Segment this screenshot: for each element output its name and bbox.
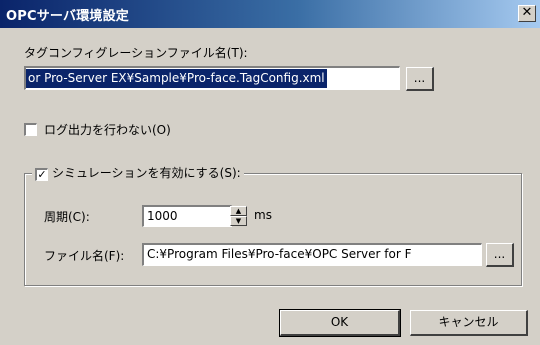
sim-file-browse-button[interactable]: ... <box>486 243 514 267</box>
period-spinner[interactable]: ▲ ▼ <box>230 206 247 226</box>
close-icon: ✕ <box>521 5 533 20</box>
period-value: 1000 <box>147 209 178 223</box>
tag-config-label: タグコンフィグレーションファイル名(T): <box>24 46 248 60</box>
simulation-group-header: ✓ シミュレーションを有効にする(S): <box>32 164 244 181</box>
title-bar: OPCサーバ環境設定 ✕ <box>0 0 540 28</box>
simulation-checkbox[interactable]: ✓ <box>35 168 48 181</box>
spin-up-icon[interactable]: ▲ <box>230 206 247 216</box>
tag-config-browse-button[interactable]: ... <box>406 67 434 91</box>
sim-file-path-value: C:¥Program Files¥Pro-face¥OPC Server for… <box>147 247 412 261</box>
no-log-label[interactable]: ログ出力を行わない(O) <box>44 121 171 138</box>
spin-down-icon[interactable]: ▼ <box>230 216 247 226</box>
period-unit: ms <box>254 208 272 222</box>
period-input[interactable]: 1000 <box>142 205 232 227</box>
sim-file-label: ファイル名(F): <box>44 249 125 263</box>
cancel-button[interactable]: キャンセル <box>410 310 528 336</box>
browse-ellipsis-icon: ... <box>493 247 506 261</box>
browse-ellipsis-icon: ... <box>413 71 426 85</box>
no-log-checkbox[interactable] <box>24 123 37 136</box>
check-icon: ✓ <box>37 168 47 181</box>
simulation-group <box>24 173 522 286</box>
tag-config-path-field[interactable]: or Pro-Server EX¥Sample¥Pro-face.TagConf… <box>24 66 400 90</box>
sim-file-path-field[interactable]: C:¥Program Files¥Pro-face¥OPC Server for… <box>142 243 482 266</box>
tag-config-path-value: or Pro-Server EX¥Sample¥Pro-face.TagConf… <box>26 69 327 88</box>
window-title: OPCサーバ環境設定 <box>6 9 129 24</box>
close-button[interactable]: ✕ <box>518 5 536 22</box>
simulation-label[interactable]: シミュレーションを有効にする(S): <box>52 166 241 180</box>
ok-button[interactable]: OK <box>279 309 401 337</box>
cancel-button-label: キャンセル <box>438 315 499 329</box>
ok-button-label: OK <box>330 315 349 329</box>
period-label: 周期(C): <box>44 210 90 224</box>
